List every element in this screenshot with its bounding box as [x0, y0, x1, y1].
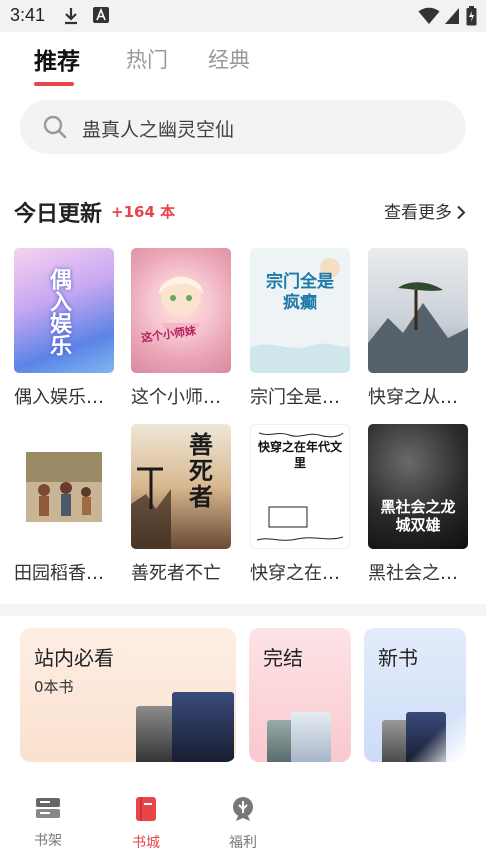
- book-item[interactable]: 宗门全是疯癫 宗门全是…: [250, 248, 350, 409]
- cover-illustration: [368, 282, 468, 373]
- reward-icon: [233, 797, 253, 821]
- search-icon: [43, 115, 67, 139]
- status-time: 3:41: [10, 5, 46, 25]
- book-title: 这个小师…: [131, 387, 221, 408]
- active-tab-indicator: [34, 82, 74, 86]
- book-cover: 宗门全是疯癫: [250, 248, 350, 373]
- status-bar: 3:41: [0, 0, 486, 32]
- book-cover: 偶入娱乐: [14, 248, 114, 373]
- view-more-label: 查看更多: [384, 203, 452, 223]
- card-subtitle: 0本书: [34, 678, 74, 696]
- nav-label: 福利: [229, 835, 257, 851]
- today-update-section: 今日更新 +164 本 查看更多 偶入娱乐 偶入娱乐… 这个小师妹 这个小师… …: [0, 168, 486, 604]
- book-cover: [14, 424, 114, 549]
- signal-icon: [445, 8, 459, 24]
- card-book-cover: [291, 712, 331, 762]
- book-item[interactable]: 善死者 善死者不亡: [131, 424, 231, 585]
- cover-title: 偶入娱乐: [46, 268, 71, 356]
- chevron-right-icon: [457, 205, 466, 220]
- cover-illustration: [159, 276, 203, 337]
- book-cover: 善死者: [131, 424, 231, 549]
- card-book-cover: [406, 712, 446, 762]
- nav-welfare[interactable]: 福利: [213, 796, 273, 852]
- book-title: 善死者不亡: [131, 563, 221, 584]
- card-must-read[interactable]: 站内必看 0本书: [20, 628, 236, 762]
- search-placeholder: 蛊真人之幽灵空仙: [82, 119, 235, 141]
- card-title: 站内必看: [34, 646, 114, 670]
- battery-icon: [466, 6, 477, 26]
- app-notification-icon: [93, 7, 109, 23]
- tab-recommend[interactable]: 推荐: [34, 42, 80, 76]
- cover-illustration: [131, 467, 171, 549]
- header: 推荐 热门 经典 蛊真人之幽灵空仙: [0, 32, 486, 168]
- card-title: 完结: [263, 646, 303, 670]
- tab-hot[interactable]: 热门: [126, 44, 168, 74]
- category-cards: 站内必看 0本书 完结 新书: [0, 616, 486, 782]
- card-new-books[interactable]: 新书: [364, 628, 466, 762]
- cover-illustration: [256, 432, 344, 541]
- cover-title: 宗门全是疯癫: [266, 272, 334, 313]
- nav-bookshelf[interactable]: 书架: [18, 796, 78, 850]
- book-title: 偶入娱乐…: [14, 387, 104, 408]
- card-book-cover: [172, 692, 234, 762]
- book-item[interactable]: 快穿之在年代文里 快穿之在…: [250, 424, 350, 585]
- bottom-navigation: 书架 书城 福利: [0, 782, 486, 864]
- book-item[interactable]: 黑社会之龙城双雄 黑社会之…: [368, 424, 468, 585]
- card-completed[interactable]: 完结: [249, 628, 351, 762]
- view-more-button[interactable]: 查看更多: [384, 198, 466, 223]
- cover-illustration: [26, 452, 102, 522]
- book-title: 黑社会之…: [368, 563, 458, 584]
- bookshelf-icon: [36, 798, 60, 818]
- book-item[interactable]: 偶入娱乐 偶入娱乐…: [14, 248, 114, 409]
- book-cover: [368, 248, 468, 373]
- book-icon: [136, 797, 156, 821]
- book-cover: 黑社会之龙城双雄: [368, 424, 468, 549]
- book-title: 快穿之从…: [368, 387, 458, 408]
- section-title: 今日更新: [14, 202, 103, 227]
- book-title: 宗门全是…: [250, 387, 340, 408]
- book-title: 快穿之在…: [250, 563, 340, 584]
- card-title: 新书: [378, 646, 418, 670]
- nav-label: 书架: [34, 833, 62, 849]
- book-title: 田园稻香…: [14, 563, 104, 584]
- wifi-icon: [418, 7, 440, 24]
- search-input[interactable]: 蛊真人之幽灵空仙: [20, 100, 466, 154]
- nav-label: 书城: [132, 835, 160, 851]
- book-cover: 这个小师妹: [131, 248, 231, 373]
- cover-title: 黑社会之龙城双雄: [380, 498, 456, 534]
- book-item[interactable]: 这个小师妹 这个小师…: [131, 248, 231, 409]
- download-icon: [65, 8, 77, 25]
- book-item[interactable]: 田园稻香…: [14, 424, 114, 585]
- book-item[interactable]: 快穿之从…: [368, 248, 468, 409]
- update-count: +164 本: [111, 203, 176, 221]
- tab-classic[interactable]: 经典: [208, 44, 250, 74]
- nav-bookstore[interactable]: 书城: [116, 796, 176, 852]
- book-cover: 快穿之在年代文里: [250, 424, 350, 549]
